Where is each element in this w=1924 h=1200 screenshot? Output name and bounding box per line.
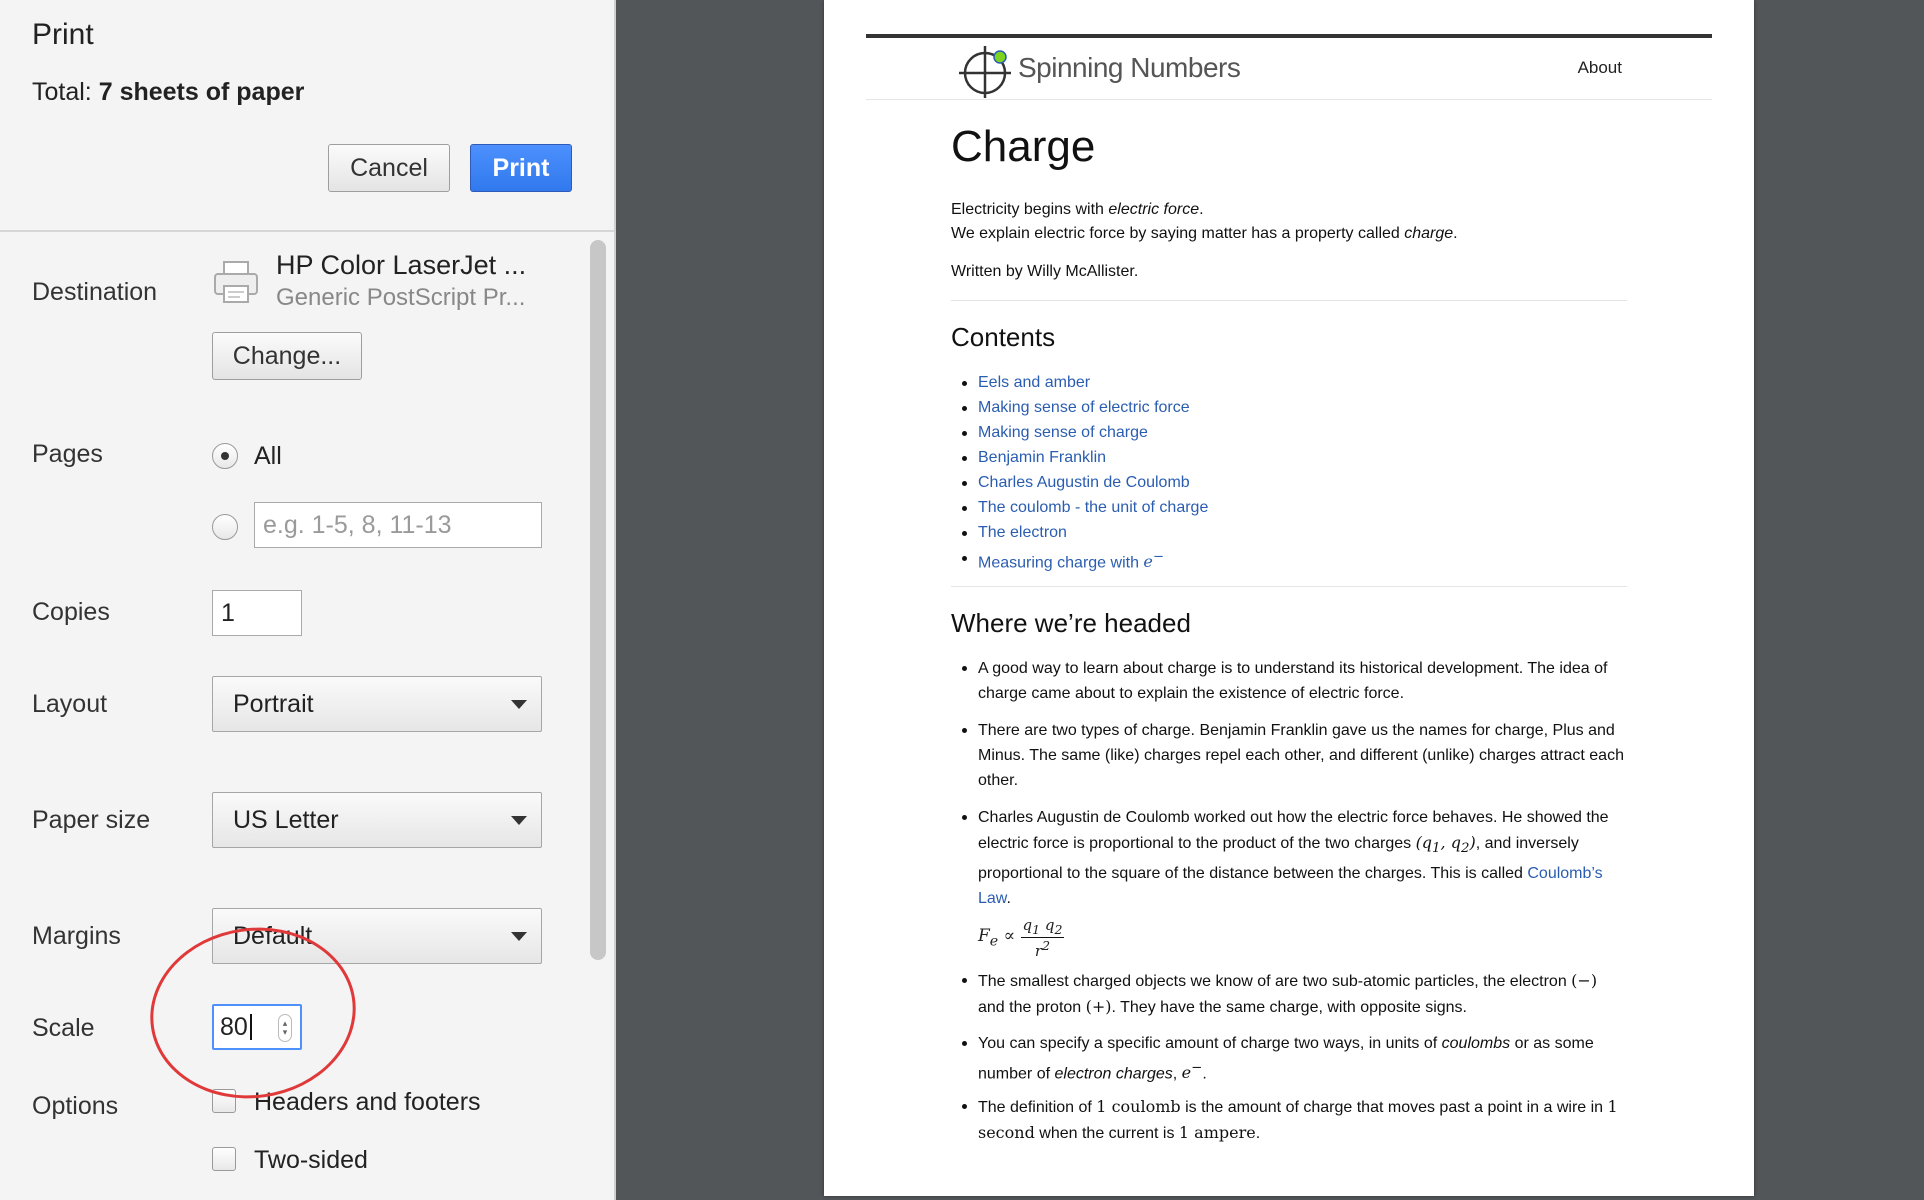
math-value: 1 ampere	[1178, 1123, 1256, 1142]
printer-icon	[214, 261, 258, 303]
list-text: The definition of	[978, 1099, 1097, 1116]
print-button[interactable]: Print	[470, 144, 572, 192]
toc-link[interactable]: Making sense of charge	[961, 423, 1208, 448]
cancel-button[interactable]: Cancel	[328, 144, 450, 192]
copies-input[interactable]	[212, 590, 302, 636]
layout-value: Portrait	[233, 689, 314, 718]
crosshair-logo-icon	[959, 46, 1011, 98]
toc-link[interactable]: Benjamin Franklin	[961, 448, 1208, 473]
site-name: Spinning Numbers	[1018, 52, 1241, 83]
summary-list: The definition of 1 coulomb is the amoun…	[962, 1094, 1628, 1146]
summary-list: A good way to learn about charge is to u…	[962, 656, 1628, 706]
intro-text: Electricity begins with	[951, 201, 1109, 218]
list-text: when the current is	[1034, 1125, 1179, 1142]
chevron-down-icon	[511, 932, 527, 941]
headed-heading: Where we’re headed	[951, 608, 1191, 638]
summary-list: Charles Augustin de Coulomb worked out h…	[962, 805, 1628, 911]
list-text: . They have the same charge, with opposi…	[1111, 999, 1467, 1016]
list-text: .	[1255, 1125, 1261, 1142]
total-value: 7 sheets of paper	[98, 78, 305, 106]
list-item: You can specify a specific amount of cha…	[962, 1031, 1628, 1086]
table-of-contents: Eels and amber Making sense of electric …	[961, 373, 1208, 573]
pages-all-radio[interactable]	[212, 443, 238, 469]
list-text: and the proton	[978, 999, 1086, 1016]
destination-label: Destination	[32, 278, 158, 306]
sheet-total: Total: 7 sheets of paper	[32, 78, 304, 107]
toc-link[interactable]: Eels and amber	[961, 373, 1208, 398]
list-text: is the amount of charge that moves past …	[1180, 1099, 1608, 1116]
paper-size-value: US Letter	[233, 805, 339, 834]
toc-link-text: Measuring charge with	[978, 554, 1144, 572]
electron-charge-symbol: e−	[1181, 1061, 1203, 1083]
layout-label: Layout	[32, 690, 108, 718]
pages-custom-radio[interactable]	[212, 514, 238, 540]
coulomb-formula: Fe ∝ q1 q2 r2	[978, 916, 1065, 960]
printer-name: HP Color LaserJet ...	[276, 250, 527, 280]
toc-link[interactable]: The coulomb - the unit of charge	[961, 498, 1208, 523]
print-preview-page: Spinning Numbers About Charge Electricit…	[824, 0, 1754, 1196]
list-text: ,	[1172, 1065, 1182, 1083]
author-line: Written by Willy McAllister.	[951, 263, 1139, 280]
list-item: A good way to learn about charge is to u…	[962, 656, 1628, 706]
toc-link-electron-charge[interactable]: Measuring charge with e−	[961, 548, 1208, 573]
list-emphasis: coulombs	[1441, 1035, 1511, 1052]
paper-size-label: Paper size	[32, 806, 151, 834]
divider	[951, 586, 1627, 587]
list-text: .	[1006, 890, 1011, 908]
print-settings-panel: Print Total: 7 sheets of paper Cancel Pr…	[0, 0, 616, 1200]
pages-range-input[interactable]	[254, 502, 542, 548]
two-sided-label: Two-sided	[254, 1146, 368, 1174]
copies-label: Copies	[32, 598, 110, 626]
math-value: 1 coulomb	[1096, 1097, 1181, 1116]
summary-list: There are two types of charge. Benjamin …	[962, 718, 1628, 793]
list-text: .	[1202, 1065, 1207, 1083]
list-item: Charles Augustin de Coulomb worked out h…	[962, 805, 1628, 911]
plus-symbol: (+)	[1085, 997, 1112, 1016]
nav-about-link[interactable]: About	[1578, 58, 1622, 78]
summary-list: You can specify a specific amount of cha…	[962, 1031, 1628, 1086]
scale-label: Scale	[32, 1014, 95, 1042]
toc-link[interactable]: Making sense of electric force	[961, 398, 1208, 423]
electron-charge-symbol: e−	[1143, 550, 1165, 572]
intro-emphasis: charge	[1404, 225, 1454, 242]
layout-select[interactable]: Portrait	[212, 676, 542, 732]
article-title: Charge	[951, 122, 1096, 171]
contents-heading: Contents	[951, 322, 1056, 352]
total-label: Total:	[32, 78, 92, 106]
list-text: The smallest charged objects we know of …	[978, 973, 1572, 990]
list-text: You can specify a specific amount of cha…	[978, 1035, 1442, 1052]
options-label: Options	[32, 1092, 119, 1120]
headers-footers-label: Headers and footers	[254, 1088, 481, 1116]
printer-driver: Generic PostScript Pr...	[276, 284, 526, 311]
margins-label: Margins	[32, 922, 121, 950]
intro-text: .	[1453, 225, 1458, 242]
site-header: Spinning Numbers About	[866, 38, 1712, 100]
pages-label: Pages	[32, 440, 103, 468]
intro-text: .	[1199, 201, 1204, 218]
chevron-down-icon	[511, 816, 527, 825]
intro-emphasis: electric force	[1108, 201, 1200, 218]
settings-scrollbar[interactable]	[590, 240, 606, 960]
chevron-down-icon	[511, 700, 527, 709]
toc-link[interactable]: The electron	[961, 523, 1208, 548]
paper-size-select[interactable]: US Letter	[212, 792, 542, 848]
two-sided-checkbox[interactable]	[212, 1147, 236, 1171]
list-item: The smallest charged objects we know of …	[962, 968, 1628, 1020]
intro-paragraph: Electricity begins with electric force. …	[951, 198, 1627, 246]
list-item: There are two types of charge. Benjamin …	[962, 718, 1628, 793]
print-header: Print Total: 7 sheets of paper Cancel Pr…	[0, 0, 614, 232]
summary-list: The smallest charged objects we know of …	[962, 968, 1628, 1020]
toc-link[interactable]: Charles Augustin de Coulomb	[961, 473, 1208, 498]
charges-symbol: (q1, q2)	[1415, 833, 1476, 857]
intro-text: We explain electric force by saying matt…	[951, 225, 1405, 242]
dialog-title: Print	[32, 18, 94, 51]
minus-symbol: (−)	[1571, 971, 1598, 990]
list-item: The definition of 1 coulomb is the amoun…	[962, 1094, 1628, 1146]
divider	[951, 300, 1627, 301]
pages-all-label: All	[254, 442, 282, 470]
change-destination-button[interactable]: Change...	[212, 332, 362, 380]
list-emphasis: electron charges	[1054, 1065, 1173, 1083]
